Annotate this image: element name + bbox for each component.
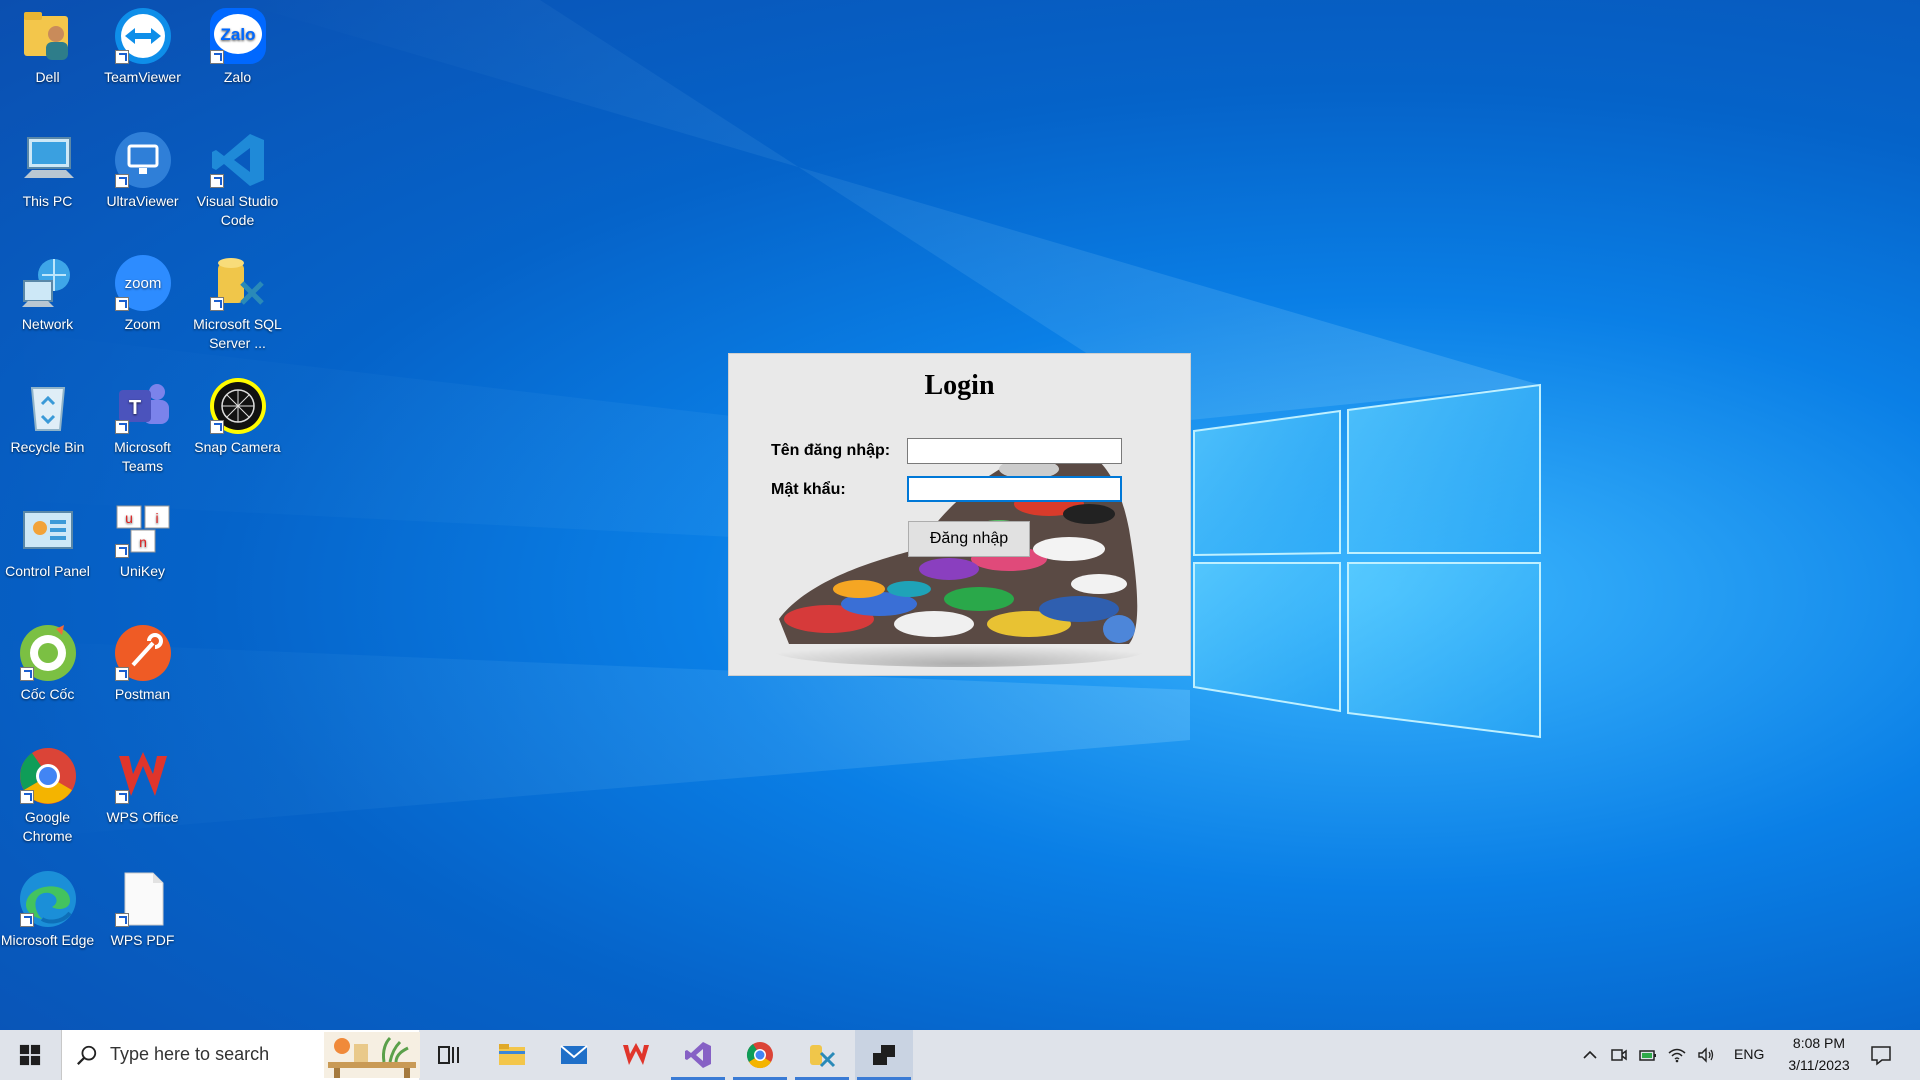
taskbar-app-window[interactable] [855, 1030, 913, 1080]
desktop-icon-unikey[interactable]: u in UniKey [95, 500, 190, 581]
svg-text:u: u [125, 510, 133, 526]
windows-start-icon [19, 1044, 41, 1066]
desktop-icon-teamviewer[interactable]: TeamViewer [95, 6, 190, 87]
desktop-icon-label: WPS PDF [110, 932, 175, 948]
file-explorer-icon [499, 1044, 525, 1065]
zoom-icon-text: zoom [124, 275, 161, 292]
desktop-icon-label: Cốc Cốc [20, 686, 75, 702]
search-box[interactable]: Type here to search [61, 1030, 420, 1080]
taskbar-chrome[interactable] [731, 1030, 789, 1080]
desktop-icon-label: Postman [114, 686, 171, 702]
desktop-icon-chrome[interactable]: Google Chrome [0, 746, 95, 846]
password-input[interactable] [907, 476, 1122, 502]
desktop-icon-label: WPS Office [106, 809, 179, 825]
zalo-icon-text: Zalo [220, 25, 255, 44]
teams-icon-text: T [128, 397, 140, 419]
desktop-icon-snap-camera[interactable]: Snap Camera [190, 376, 285, 457]
search-icon [77, 1045, 97, 1065]
desktop-icon-recycle-bin[interactable]: Recycle Bin [0, 376, 95, 457]
desktop-icon-label: Visual Studio Code [196, 193, 279, 228]
desktop-icon-label: Control Panel [5, 563, 90, 579]
action-center-icon[interactable] [1870, 1044, 1892, 1066]
desktop-icon-this-pc[interactable]: This PC [0, 130, 95, 211]
username-label: Tên đăng nhập: [771, 442, 891, 459]
desktop-icon-zoom[interactable]: zoom Zoom [95, 253, 190, 334]
desktop-icon-label: Microsoft Teams [114, 439, 171, 474]
desktop-icon-wps-office[interactable]: WPS Office [95, 746, 190, 827]
desktop-icon-label: UltraViewer [106, 193, 179, 209]
recycle-bin-icon [30, 387, 65, 431]
clock-time[interactable]: 8:08 PM [1785, 1035, 1853, 1051]
taskbar-file-explorer[interactable] [483, 1030, 541, 1080]
desktop-icon-label: Recycle Bin [10, 439, 85, 455]
desktop-icon-teams[interactable]: T Microsoft Teams [95, 376, 190, 476]
desktop-icon-wps-pdf[interactable]: WPS PDF [95, 869, 190, 950]
desktop-icon-label: Zoom [124, 316, 161, 332]
mail-icon [560, 1045, 588, 1064]
svg-text:n: n [139, 534, 147, 550]
desktop-icon-label: This PC [22, 193, 73, 209]
svg-text:i: i [155, 510, 158, 526]
login-title: Login [924, 370, 995, 401]
language-indicator[interactable]: ENG [1734, 1046, 1764, 1062]
clock-date[interactable]: 3/11/2023 [1776, 1057, 1862, 1073]
network-icon [21, 259, 70, 307]
desktop-icon-label: Dell [35, 69, 60, 85]
desktop-icon-label: Snap Camera [194, 439, 281, 455]
taskbar: Type here to search ENG 8:08 PM 3/11/202… [0, 1030, 1920, 1080]
desktop-icon-label: Google Chrome [22, 809, 73, 844]
visual-studio-icon [685, 1042, 711, 1068]
chrome-icon [746, 1042, 773, 1069]
taskbar-mail[interactable] [545, 1030, 603, 1080]
search-highlight-image [324, 1032, 420, 1078]
battery-icon[interactable] [1638, 1045, 1658, 1065]
taskbar-task-view[interactable] [421, 1030, 479, 1080]
desktop-icon-label: Microsoft SQL Server ... [193, 316, 282, 351]
start-button[interactable] [0, 1030, 60, 1080]
search-placeholder: Type here to search [110, 1044, 270, 1064]
desktop-icon-sql-server[interactable]: Microsoft SQL Server ... [190, 253, 285, 353]
login-button[interactable]: Đăng nhập [908, 521, 1030, 557]
desktop-icon-coccoc[interactable]: Cốc Cốc [0, 623, 95, 704]
desktop-icon-postman[interactable]: Postman [95, 623, 190, 704]
meet-now-icon[interactable] [1609, 1045, 1629, 1065]
computer-icon [23, 137, 74, 178]
desktop-icon-label: Microsoft Edge [0, 932, 95, 948]
app-window-icon [873, 1045, 895, 1065]
sql-server-config-icon [810, 1045, 836, 1068]
desktop-icon-dell[interactable]: Dell [0, 6, 95, 87]
desktop-icon-vscode[interactable]: Visual Studio Code [190, 130, 285, 230]
login-window: Login Tên đăng nhập: Mật khẩu: Đăng nhập [728, 353, 1191, 676]
taskbar-wps-office[interactable] [607, 1030, 665, 1080]
desktop-icon-label: TeamViewer [104, 69, 181, 85]
user-folder-icon [23, 12, 68, 60]
desktop-icon-control-panel[interactable]: Control Panel [0, 500, 95, 581]
windows-logo [1193, 383, 1541, 739]
chevron-up-icon[interactable] [1580, 1045, 1600, 1065]
wifi-icon[interactable] [1667, 1045, 1687, 1065]
desktop-icon-label: Zalo [223, 69, 252, 85]
desktop-icon-ultraviewer[interactable]: UltraViewer [95, 130, 190, 211]
taskbar-visual-studio[interactable] [669, 1030, 727, 1080]
wps-office-icon [623, 1043, 649, 1065]
password-label: Mật khẩu: [771, 481, 846, 498]
task-view-icon [438, 1046, 459, 1064]
desktop-icon-network[interactable]: Network [0, 253, 95, 334]
username-input[interactable] [907, 438, 1122, 464]
desktop-icon-label: Network [21, 316, 74, 332]
desktop-icon-zalo[interactable]: Zalo Zalo [190, 6, 285, 87]
desktop-icon-label: UniKey [119, 563, 166, 579]
control-panel-icon [22, 511, 73, 549]
desktop-icon-edge[interactable]: Microsoft Edge [0, 869, 95, 950]
volume-icon[interactable] [1696, 1045, 1716, 1065]
taskbar-sql-server-config[interactable] [793, 1030, 851, 1080]
